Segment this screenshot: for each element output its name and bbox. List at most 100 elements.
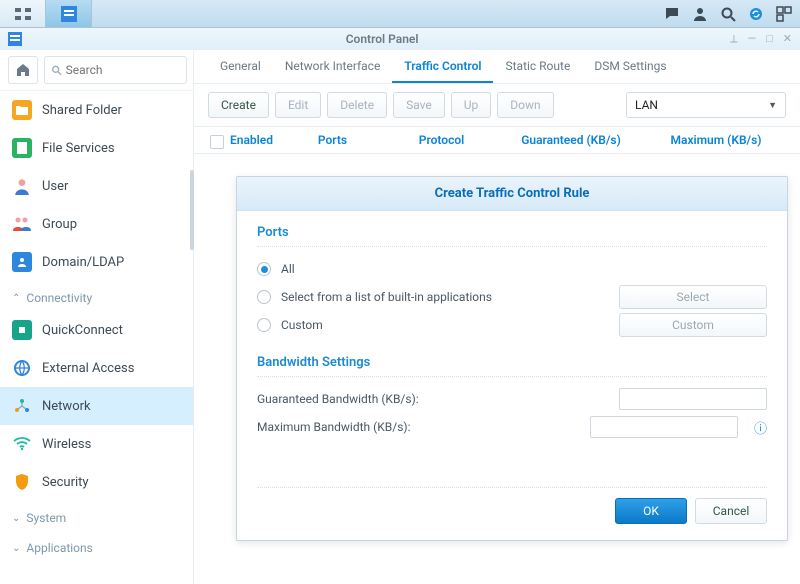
select-builtin-button[interactable]: Select — [619, 285, 767, 309]
taskbar-app-grid[interactable] — [0, 0, 46, 27]
table-header: Enabled Ports Protocol Guaranteed (KB/s)… — [194, 127, 800, 154]
guaranteed-bw-label: Guaranteed Bandwidth (KB/s): — [257, 392, 609, 406]
globe-icon — [12, 358, 32, 378]
tab-dsm-settings[interactable]: DSM Settings — [582, 51, 678, 83]
maximize-button[interactable]: □ — [766, 32, 773, 46]
tab-bar: General Network Interface Traffic Contro… — [194, 50, 800, 84]
network-icon — [12, 396, 32, 416]
tab-network-interface[interactable]: Network Interface — [273, 51, 393, 83]
chevron-down-icon: ▼ — [768, 100, 777, 111]
radio-custom[interactable] — [257, 318, 271, 332]
window-titlebar: Control Panel ⟂ — □ ✕ — [0, 28, 800, 50]
maximum-bw-input[interactable] — [590, 416, 738, 438]
col-maximum[interactable]: Maximum (KB/s) — [646, 133, 786, 147]
col-ports[interactable]: Ports — [278, 133, 387, 147]
col-guaranteed[interactable]: Guaranteed (KB/s) — [496, 133, 646, 147]
taskbar-control-panel[interactable] — [46, 0, 92, 27]
sidebar-item-label: Group — [42, 217, 77, 232]
dialog-title: Create Traffic Control Rule — [237, 177, 787, 211]
tab-general[interactable]: General — [208, 51, 273, 83]
sync-icon[interactable] — [748, 6, 764, 22]
sidebar-item-label: External Access — [42, 361, 134, 376]
col-protocol[interactable]: Protocol — [387, 133, 496, 147]
radio-all-label: All — [281, 262, 295, 276]
tab-traffic-control[interactable]: Traffic Control — [392, 51, 493, 83]
chevron-down-icon: ⌄ — [12, 543, 20, 554]
sidebar-item-file-services[interactable]: File Services — [0, 129, 193, 167]
home-button[interactable] — [8, 56, 38, 84]
sidebar-item-quickconnect[interactable]: QuickConnect — [0, 311, 193, 349]
create-button[interactable]: Create — [208, 92, 269, 118]
edit-button[interactable]: Edit — [275, 92, 321, 118]
search-input[interactable] — [66, 63, 180, 77]
interface-select-value: LAN — [635, 98, 658, 112]
sidebar-item-label: Shared Folder — [42, 103, 122, 118]
close-button[interactable]: ✕ — [783, 32, 792, 46]
shield-icon — [12, 472, 32, 492]
guaranteed-bw-input[interactable] — [619, 388, 767, 410]
wifi-icon — [12, 434, 32, 454]
minimize-button[interactable]: — — [748, 32, 757, 46]
control-panel-window: Control Panel ⟂ — □ ✕ Shared Folder File… — [0, 28, 800, 584]
search-box[interactable] — [44, 56, 187, 84]
bandwidth-section-header: Bandwidth Settings — [257, 351, 767, 377]
sidebar-section-system[interactable]: ⌄System — [0, 501, 193, 531]
radio-builtin[interactable] — [257, 290, 271, 304]
interface-select[interactable]: LAN ▼ — [626, 92, 786, 118]
ok-button[interactable]: OK — [615, 498, 687, 524]
custom-button[interactable]: Custom — [619, 313, 767, 337]
sidebar-section-applications[interactable]: ⌄Applications — [0, 531, 193, 561]
sidebar-item-external-access[interactable]: External Access — [0, 349, 193, 387]
chevron-down-icon: ⌄ — [12, 513, 20, 524]
col-enabled[interactable]: Enabled — [208, 133, 278, 147]
pin-button[interactable]: ⟂ — [730, 32, 737, 46]
system-taskbar — [0, 0, 800, 28]
info-icon[interactable]: ⓘ — [754, 418, 767, 437]
sidebar-item-label: File Services — [42, 141, 115, 156]
sidebar: Shared Folder File Services User Group D… — [0, 50, 194, 584]
window-app-icon — [8, 32, 22, 46]
radio-all[interactable] — [257, 262, 271, 276]
sidebar-item-shared-folder[interactable]: Shared Folder — [0, 91, 193, 129]
person-icon[interactable] — [692, 6, 708, 22]
toolbar: Create Edit Delete Save Up Down LAN ▼ — [194, 84, 800, 127]
sidebar-item-label: Security — [42, 475, 89, 490]
radio-custom-label: Custom — [281, 318, 323, 332]
control-panel-icon — [61, 6, 77, 22]
home-icon — [15, 62, 31, 78]
sidebar-item-security[interactable]: Security — [0, 463, 193, 501]
up-button[interactable]: Up — [451, 92, 492, 118]
save-button[interactable]: Save — [393, 92, 445, 118]
files-icon — [12, 138, 32, 158]
sidebar-item-label: Network — [42, 399, 91, 414]
radio-builtin-label: Select from a list of built-in applicati… — [281, 290, 492, 304]
tab-static-route[interactable]: Static Route — [493, 51, 582, 83]
sidebar-item-wireless[interactable]: Wireless — [0, 425, 193, 463]
sidebar-item-user[interactable]: User — [0, 167, 193, 205]
ports-section-header: Ports — [257, 221, 767, 247]
cancel-button[interactable]: Cancel — [695, 498, 767, 524]
sidebar-item-domain-ldap[interactable]: Domain/LDAP — [0, 243, 193, 281]
sidebar-item-label: QuickConnect — [42, 323, 123, 338]
main-panel: General Network Interface Traffic Contro… — [194, 50, 800, 584]
window-title: Control Panel — [34, 32, 730, 46]
sidebar-section-connectivity[interactable]: ⌃Connectivity — [0, 281, 193, 311]
app-grid-icon — [15, 8, 31, 20]
down-button[interactable]: Down — [497, 92, 553, 118]
chat-icon[interactable] — [664, 6, 680, 22]
delete-button[interactable]: Delete — [327, 92, 387, 118]
ldap-icon — [12, 252, 32, 272]
create-rule-dialog: Create Traffic Control Rule Ports All Se… — [236, 176, 788, 541]
search-icon — [51, 64, 62, 76]
sidebar-item-network[interactable]: Network — [0, 387, 193, 425]
group-icon — [12, 214, 32, 234]
folder-icon — [12, 100, 32, 120]
user-icon — [12, 176, 32, 196]
search-icon[interactable] — [720, 6, 736, 22]
sidebar-item-label: User — [42, 179, 68, 194]
sidebar-item-group[interactable]: Group — [0, 205, 193, 243]
widgets-icon[interactable] — [776, 6, 792, 22]
chevron-up-icon: ⌃ — [12, 293, 20, 304]
sidebar-item-label: Wireless — [42, 437, 91, 452]
maximum-bw-label: Maximum Bandwidth (KB/s): — [257, 420, 580, 434]
